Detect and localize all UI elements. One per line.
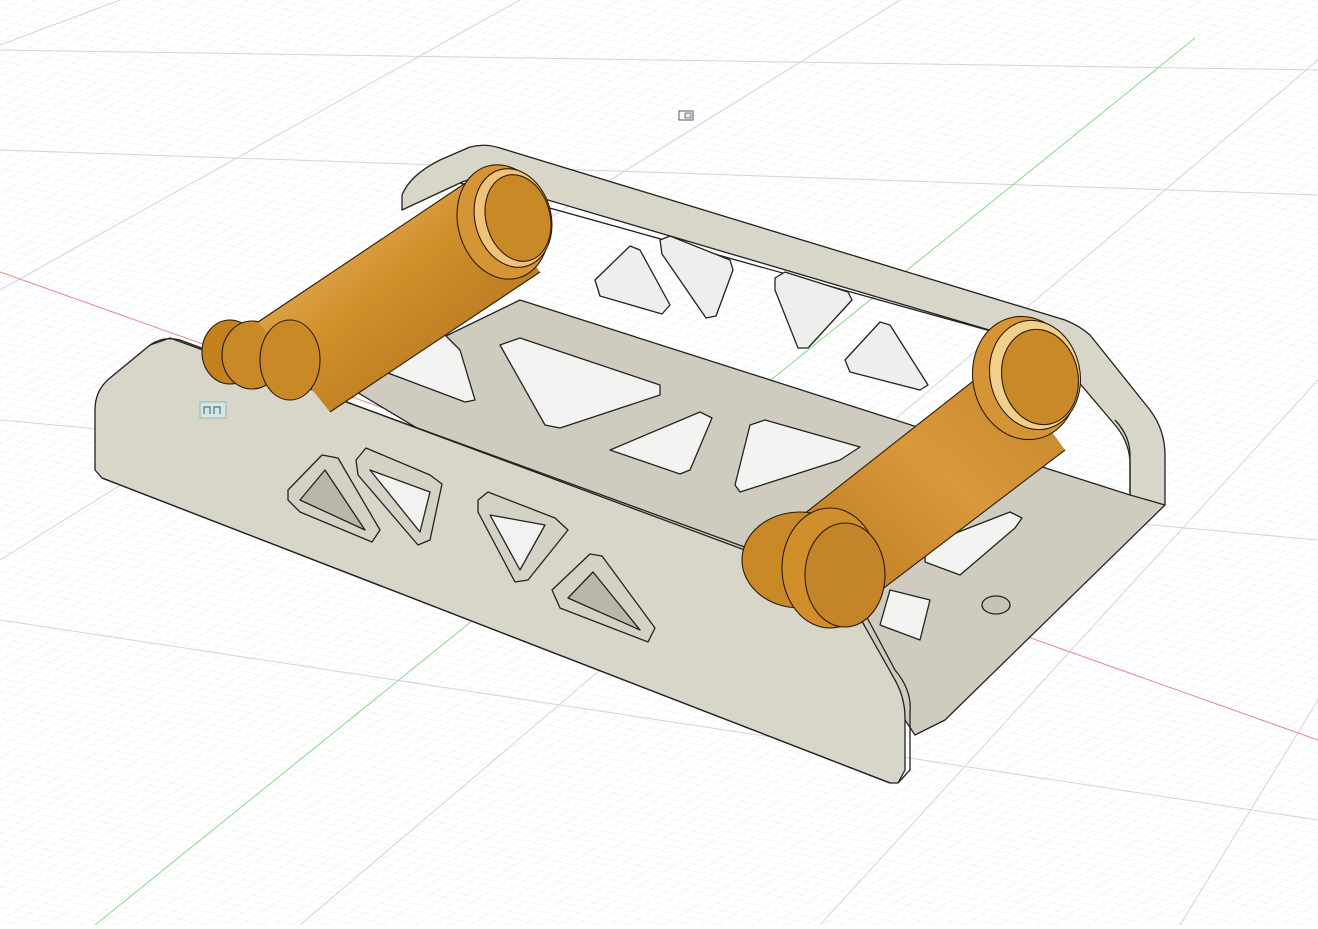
sketch-origin-icon[interactable] [678,110,694,121]
mounting-hole[interactable] [981,595,1011,615]
3d-canvas[interactable] [0,0,1318,926]
rigid-joint-icon[interactable] [199,401,227,419]
design-scene[interactable] [0,0,1318,926]
